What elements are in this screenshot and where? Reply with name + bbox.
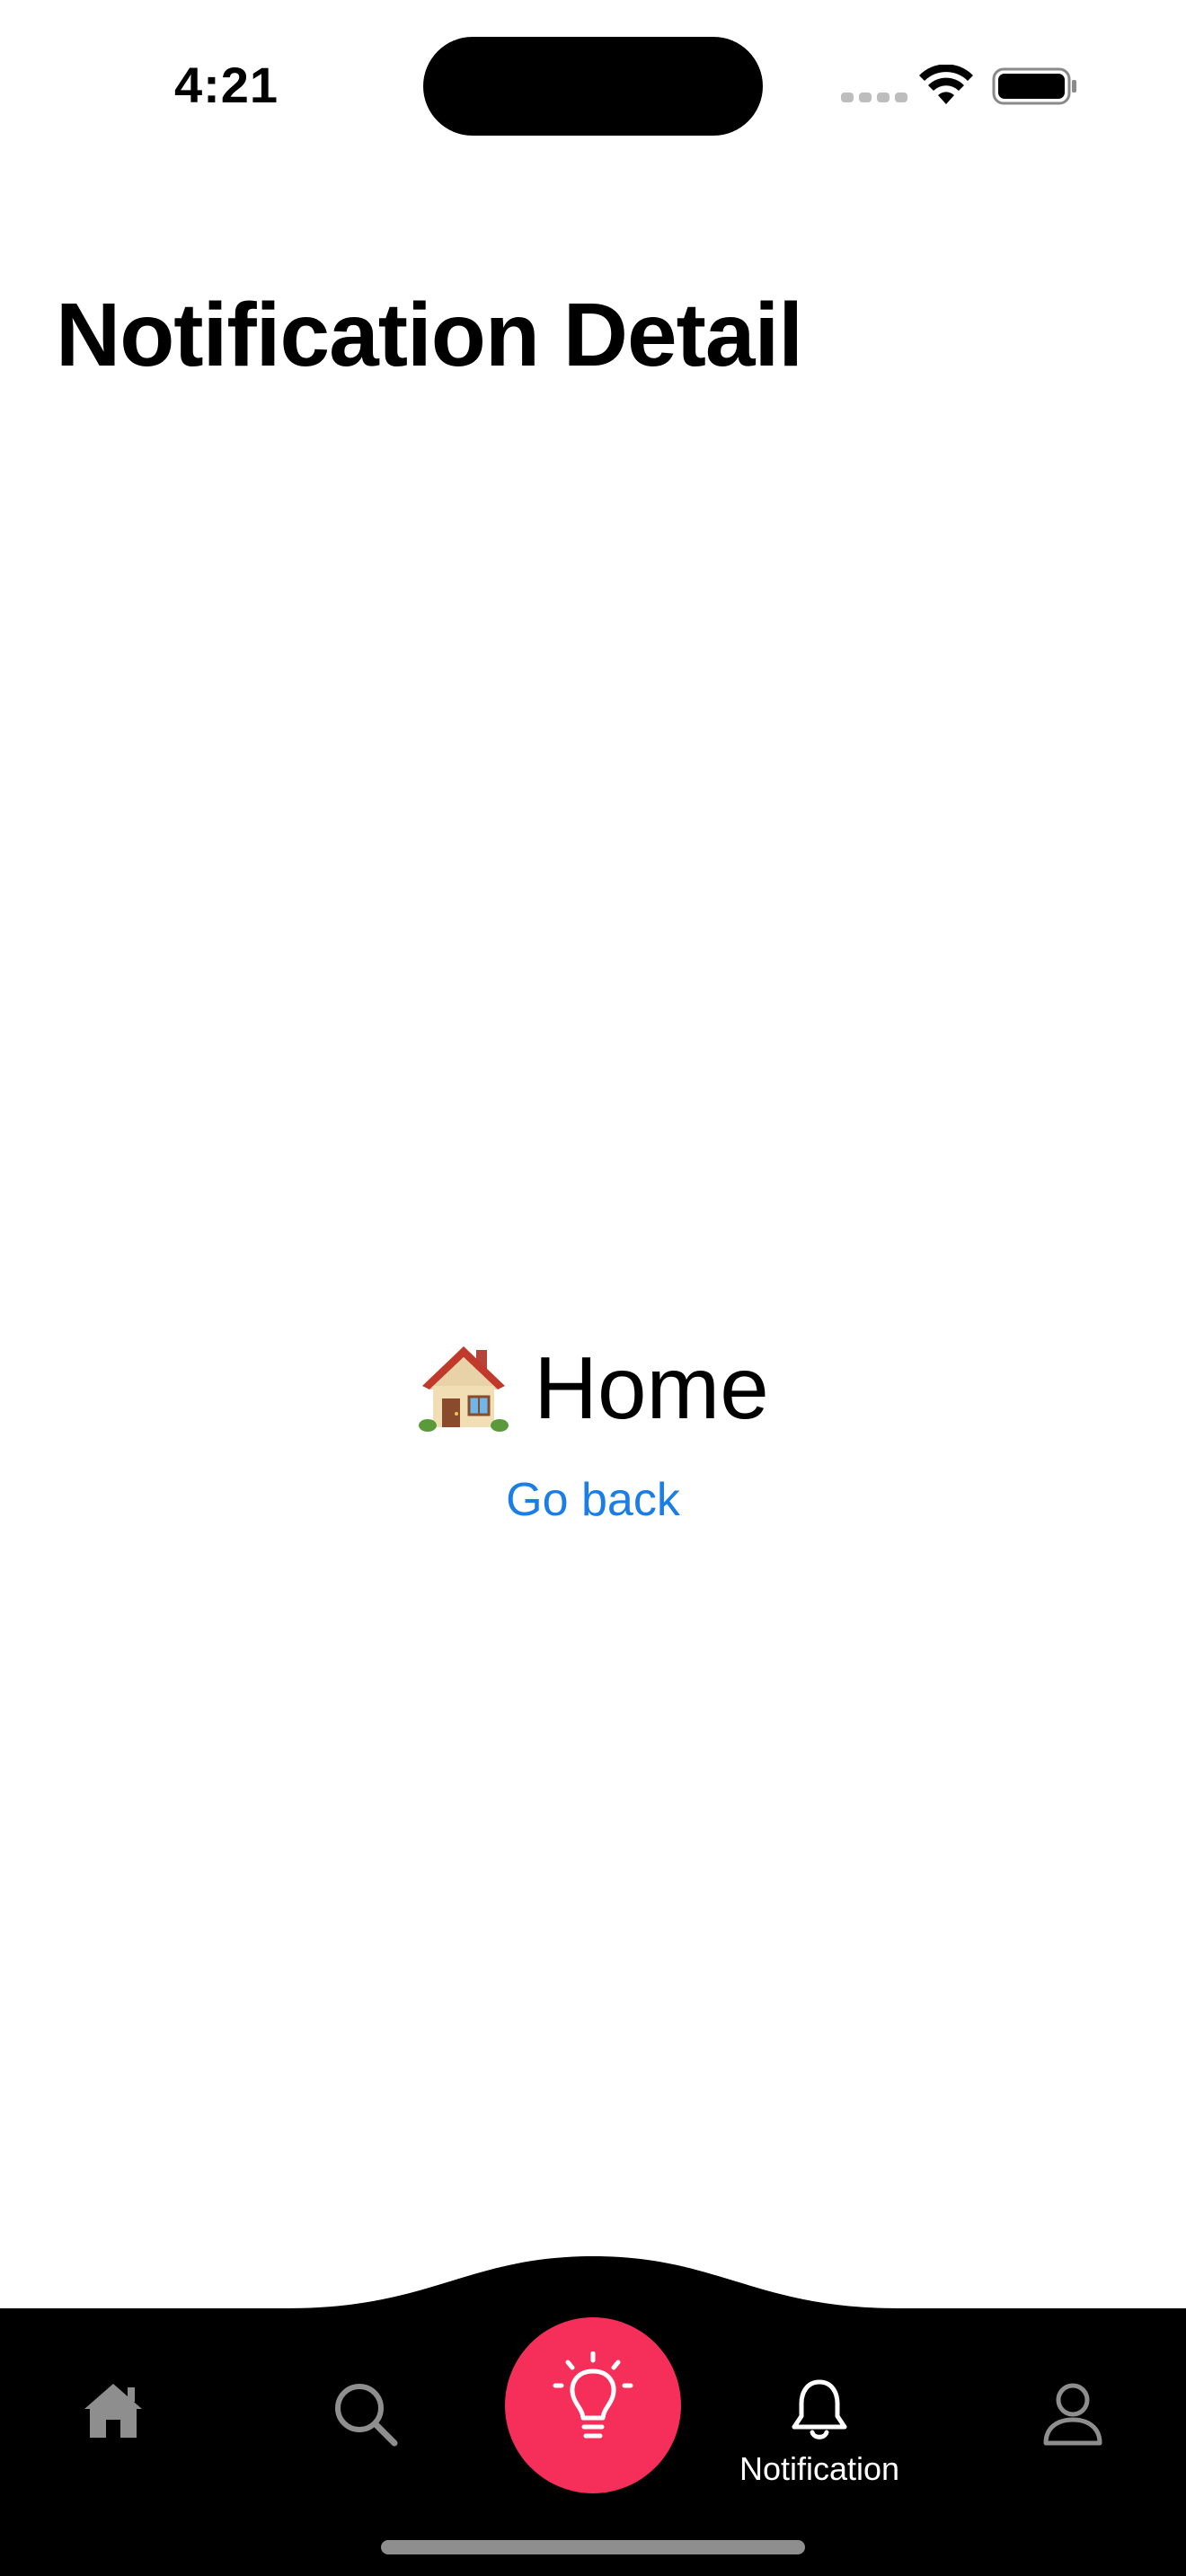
bell-icon — [792, 2379, 847, 2439]
house-icon — [84, 2384, 142, 2438]
home-indicator — [381, 2540, 805, 2554]
tab-profile[interactable] — [983, 2380, 1163, 2524]
home-heading-label: Home — [534, 1338, 769, 1437]
cellular-signal-icon — [841, 93, 907, 102]
page-title: Notification Detail — [56, 285, 803, 385]
dynamic-island — [423, 37, 763, 136]
battery-icon — [992, 67, 1076, 105]
house-emoji-icon — [419, 1346, 509, 1432]
status-time: 4:21 — [173, 57, 279, 113]
lightbulb-icon — [553, 2351, 633, 2439]
tab-bar: Notification — [0, 2245, 1186, 2576]
tab-notification-label: Notification — [739, 2450, 900, 2487]
idea-fab-button[interactable] — [505, 2317, 681, 2493]
content-area: Home Go back — [0, 1329, 1186, 1527]
go-back-link[interactable]: Go back — [506, 1473, 680, 1527]
search-icon — [335, 2384, 398, 2447]
status-bar: 4:21 — [0, 0, 1186, 171]
tab-search[interactable] — [275, 2380, 455, 2524]
person-icon — [1043, 2383, 1102, 2446]
wifi-icon — [919, 65, 973, 104]
tab-home[interactable] — [23, 2380, 203, 2524]
screen: 4:21 Notification Detail Home Go back No… — [0, 0, 1186, 2576]
home-heading: Home — [417, 1329, 769, 1446]
tab-notification[interactable]: Notification — [730, 2377, 909, 2520]
